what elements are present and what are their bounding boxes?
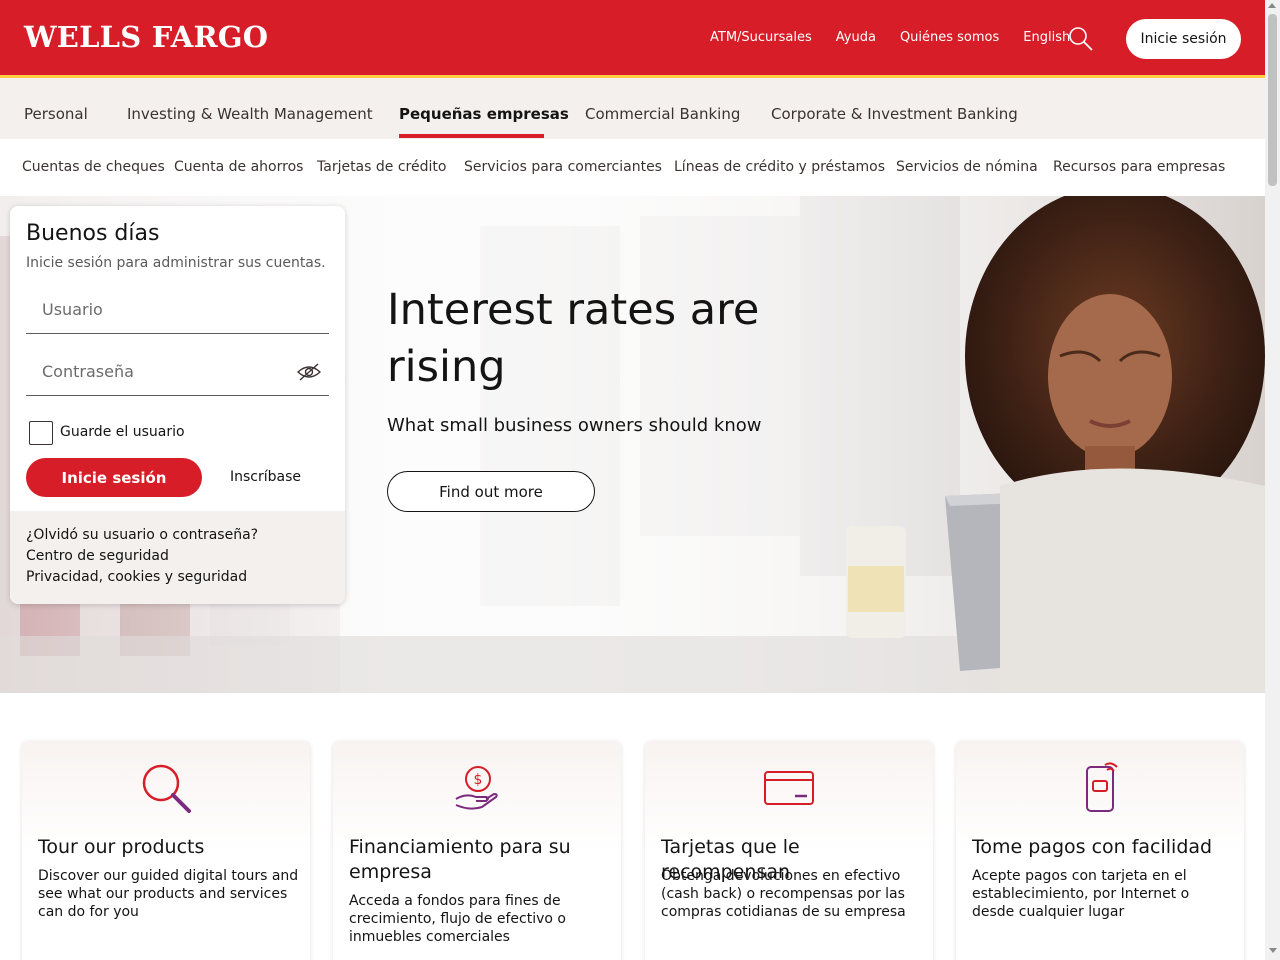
nav-investing-wealth[interactable]: Investing & Wealth Management [127,105,373,123]
username-placeholder: Usuario [42,300,103,319]
feature-card-payments[interactable]: Tome pagos con facilidad Acepte pagos co… [956,741,1244,960]
active-nav-underline [399,134,544,138]
secondary-nav: Cuentas de cheques Cuenta de ahorros Tar… [0,139,1265,196]
wells-fargo-logo[interactable]: WELLS FARGO [24,20,268,54]
forgot-credentials-link[interactable]: ¿Olvidó su usuario o contraseña? [26,527,258,543]
scroll-up-icon[interactable] [1268,3,1276,8]
username-field[interactable]: Usuario [26,286,329,334]
scrollbar-thumb[interactable] [1268,14,1277,186]
signin-card: Buenos días Inicie sesión para administr… [10,206,345,604]
top-header: WELLS FARGO ATM/Sucursales Ayuda Quiénes… [0,0,1265,75]
about-us-link[interactable]: Quiénes somos [900,30,999,45]
greeting-title: Buenos días [26,221,160,246]
subnav-savings[interactable]: Cuenta de ahorros [174,159,303,175]
atm-branches-link[interactable]: ATM/Sucursales [710,30,812,45]
subnav-checking[interactable]: Cuentas de cheques [22,159,165,175]
feature-description: Acepte pagos con tarjeta en el estableci… [972,868,1190,920]
scroll-down-icon[interactable] [1269,948,1277,953]
credit-card-icon [764,771,814,805]
subnav-credit-cards[interactable]: Tarjetas de crédito [317,159,446,175]
magnifier-icon [142,764,191,813]
utility-links: ATM/Sucursales Ayuda Quiénes somos Engli… [710,30,1094,45]
find-out-more-button[interactable]: Find out more [387,471,595,512]
security-center-link[interactable]: Centro de seguridad [26,548,169,564]
password-placeholder: Contraseña [42,362,134,381]
feature-title: Financiamiento para su empresa [349,836,571,883]
feature-description: Acceda a fondos para fines de crecimient… [349,893,566,945]
feature-title: Tour our products [38,836,205,858]
show-password-icon[interactable] [297,362,321,382]
password-field[interactable]: Contraseña [26,348,329,396]
nav-personal[interactable]: Personal [24,105,88,123]
subnav-business-resources[interactable]: Recursos para empresas [1053,159,1225,175]
privacy-cookies-link[interactable]: Privacidad, cookies y seguridad [26,569,247,585]
header-signin-button[interactable]: Inicie sesión [1126,19,1241,59]
signin-card-footer: ¿Olvidó su usuario o contraseña? Centro … [10,511,345,604]
hero-subtitle: What small business owners should know [387,415,762,436]
hero-title: Interest rates are rising [387,285,760,392]
remember-username-label[interactable]: Guarde el usuario [60,424,185,440]
feature-card-financing[interactable]: $ Financiamiento para su empresa Acceda … [333,741,621,960]
feature-card-cards[interactable]: Tarjetas que le recompensan Obtenga devo… [645,741,933,960]
money-hand-icon: $ [455,766,498,810]
primary-nav: Personal Investing & Wealth Management P… [0,78,1265,139]
help-link[interactable]: Ayuda [836,30,876,45]
subnav-credit-loans[interactable]: Líneas de crédito y préstamos [674,159,885,175]
signin-button[interactable]: Inicie sesión [26,458,202,497]
feature-description: Discover our guided digital tours and se… [38,868,299,920]
nav-commercial-banking[interactable]: Commercial Banking [585,105,740,123]
feature-cards-section: Tour our products Discover our guided di… [0,693,1265,960]
search-icon[interactable] [1068,26,1094,52]
english-link[interactable]: English [1023,30,1070,45]
subnav-merchant-services[interactable]: Servicios para comerciantes [464,159,662,175]
svg-text:$: $ [474,772,483,788]
nav-corporate-investment-banking[interactable]: Corporate & Investment Banking [771,105,1018,123]
enroll-link[interactable]: Inscríbase [230,469,301,485]
mobile-payment-icon [1086,762,1118,812]
subnav-payroll[interactable]: Servicios de nómina [896,159,1038,175]
remember-username-checkbox[interactable] [29,421,53,445]
feature-description: Obtenga devoluciones en efectivo (cash b… [661,868,906,920]
feature-card-tour[interactable]: Tour our products Discover our guided di… [22,741,310,960]
page-scrollbar[interactable] [1265,0,1280,960]
greeting-subtitle: Inicie sesión para administrar sus cuent… [26,255,326,271]
nav-small-business[interactable]: Pequeñas empresas [399,105,569,123]
feature-title: Tome pagos con facilidad [972,836,1213,858]
